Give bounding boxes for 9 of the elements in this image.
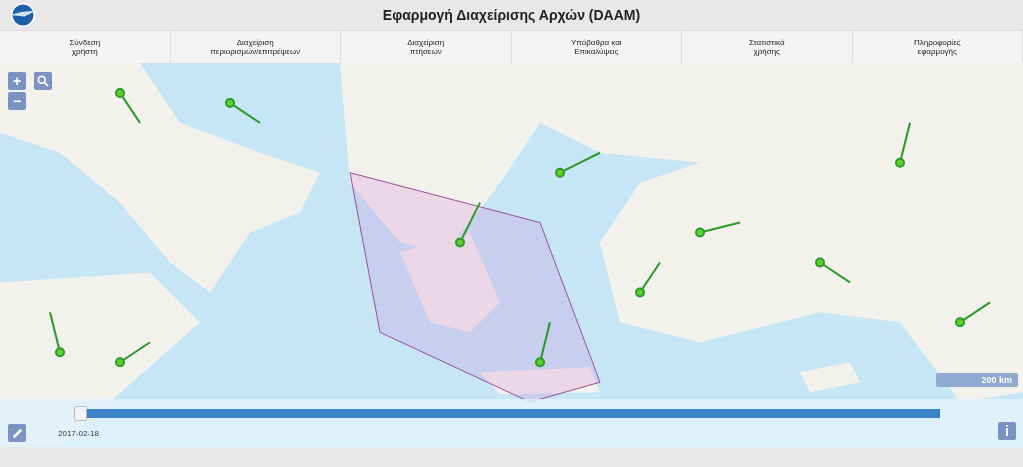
app-title: Εφαρμογή Διαχείρισης Αρχών (DAAM) — [382, 7, 641, 23]
edit-button[interactable] — [8, 424, 26, 442]
timeline-date: 2017-02-18 — [58, 428, 99, 438]
slider-handle[interactable] — [74, 406, 87, 421]
scale-bar: 200 km — [936, 373, 1018, 387]
pencil-icon — [10, 426, 24, 440]
search-icon — [37, 75, 49, 87]
search-button[interactable] — [34, 72, 52, 90]
timeline-slider[interactable] — [74, 406, 940, 421]
